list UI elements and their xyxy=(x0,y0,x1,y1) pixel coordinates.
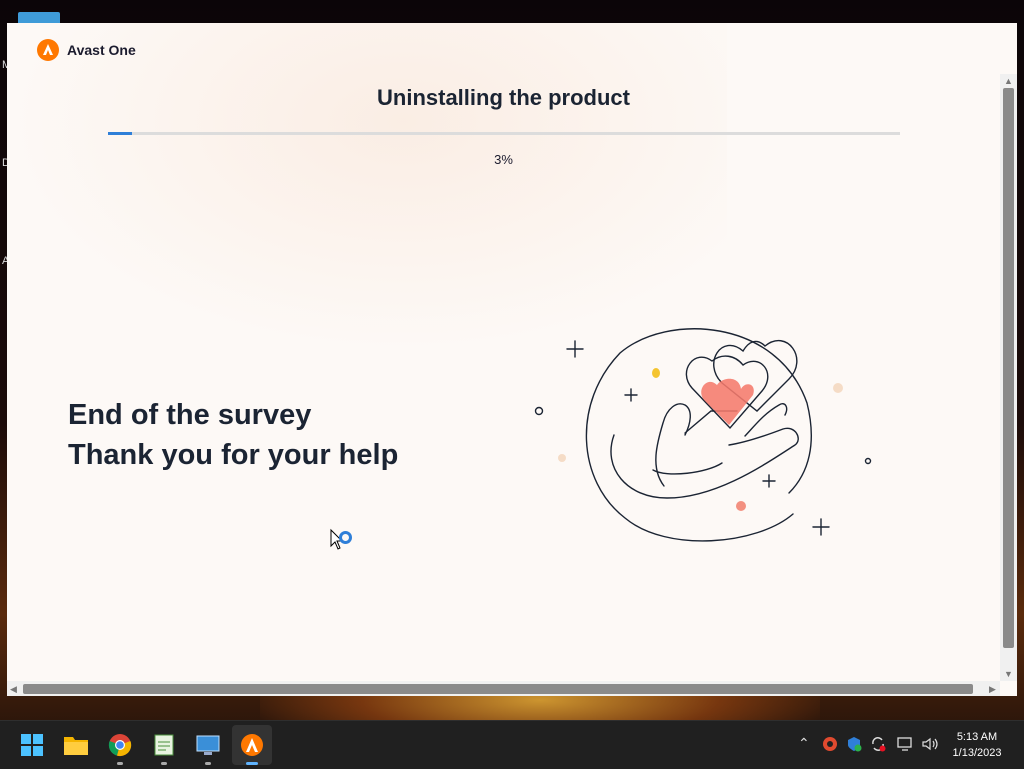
security-icon[interactable] xyxy=(846,736,862,752)
survey-message: End of the survey Thank you for your hel… xyxy=(68,395,398,475)
taskbar-chrome[interactable] xyxy=(100,725,140,765)
active-indicator xyxy=(246,762,258,765)
running-indicator xyxy=(205,762,211,765)
update-icon[interactable] xyxy=(870,736,886,752)
clock-time: 5:13 AM xyxy=(956,731,998,743)
ccleaner-icon[interactable] xyxy=(822,736,838,752)
progress-percent: 3% xyxy=(494,152,513,167)
vertical-scrollbar[interactable]: ▲ ▼ xyxy=(1000,74,1017,681)
taskbar: ⌃ 5:13 AM 1/13/2023 xyxy=(0,720,1024,769)
app-header: Avast One xyxy=(37,39,136,61)
uninstall-progress-bar xyxy=(108,132,900,135)
page-title: Uninstalling the product xyxy=(377,85,630,110)
volume-icon[interactable] xyxy=(921,736,939,752)
scroll-right-icon[interactable]: ▶ xyxy=(989,684,996,694)
avast-one-icon xyxy=(241,734,263,756)
horizontal-scrollbar[interactable]: ◀ ▶ xyxy=(7,681,1000,696)
system-clock[interactable]: 5:13 AM 1/13/2023 xyxy=(945,729,1009,761)
heart-hand-illustration xyxy=(534,328,872,542)
start-button[interactable] xyxy=(12,725,52,765)
chevron-up-icon[interactable]: ⌃ xyxy=(798,735,810,752)
busy-cursor-icon xyxy=(330,528,352,550)
notepad-icon xyxy=(154,734,174,756)
chrome-icon xyxy=(108,734,132,757)
scroll-up-icon[interactable]: ▲ xyxy=(1004,76,1013,86)
network-icon[interactable] xyxy=(897,736,915,752)
horizontal-scroll-thumb[interactable] xyxy=(23,684,973,694)
running-indicator xyxy=(117,762,123,765)
clock-date: 1/13/2023 xyxy=(952,747,1002,759)
avast-logo-icon xyxy=(37,39,59,61)
vertical-scroll-thumb[interactable] xyxy=(1003,88,1014,648)
survey-heading: End of the survey xyxy=(68,399,312,431)
start-icon xyxy=(21,734,43,756)
progress-fill xyxy=(108,132,132,135)
control-panel-icon xyxy=(196,735,220,755)
taskbar-control-panel[interactable] xyxy=(188,725,228,765)
taskbar-avast-one[interactable] xyxy=(232,725,272,765)
taskbar-notepad[interactable] xyxy=(144,725,184,765)
taskbar-file-explorer[interactable] xyxy=(56,725,96,765)
avast-uninstall-window: Avast One Uninstalling the product 3% En… xyxy=(7,23,1017,696)
app-name: Avast One xyxy=(67,42,136,58)
scroll-left-icon[interactable]: ◀ xyxy=(10,684,17,694)
survey-thanks: Thank you for your help xyxy=(68,439,399,471)
file-explorer-icon xyxy=(64,737,88,755)
running-indicator xyxy=(161,762,167,765)
scroll-down-icon[interactable]: ▼ xyxy=(1004,669,1013,679)
